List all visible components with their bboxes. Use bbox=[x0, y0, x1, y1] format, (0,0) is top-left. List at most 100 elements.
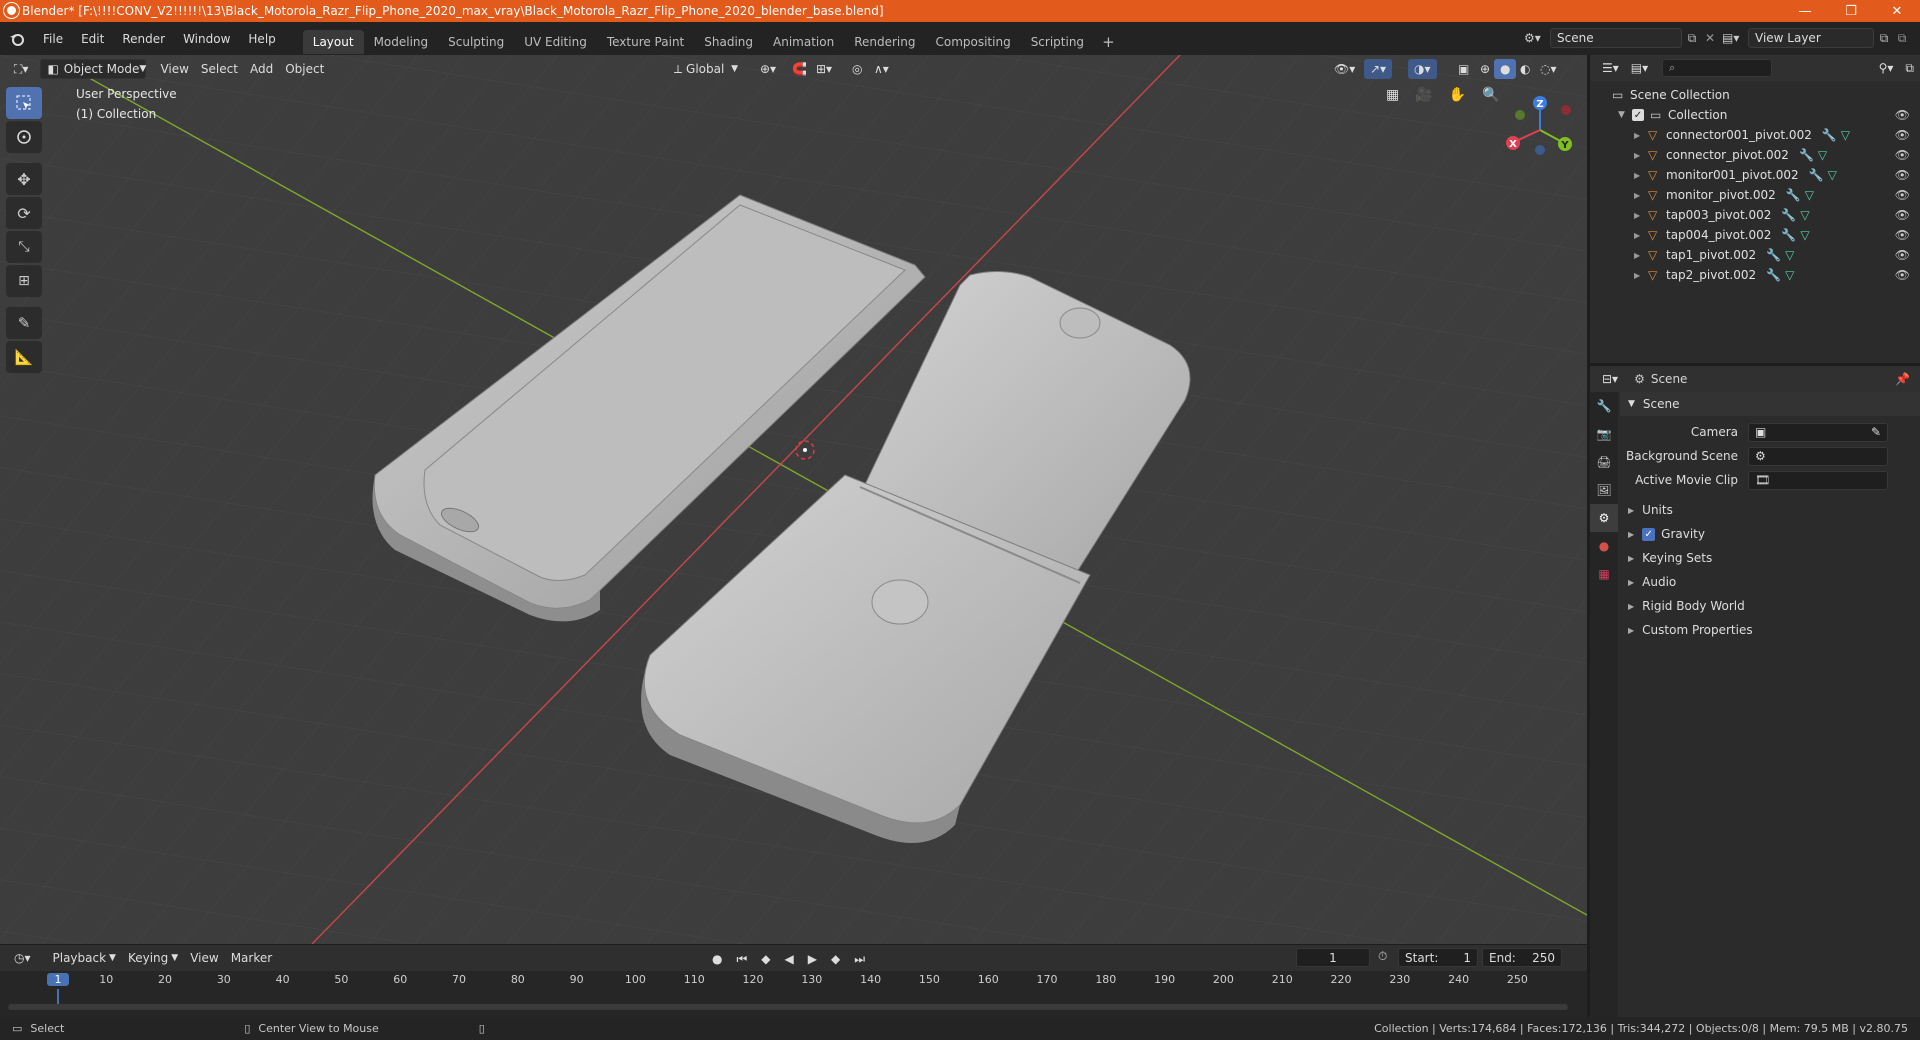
view-layer-field[interactable]: View Layer bbox=[1748, 28, 1874, 48]
overlays-toggle-icon[interactable]: ◑▾ bbox=[1408, 59, 1437, 79]
panel-header[interactable]: ▶ Rigid Body World bbox=[1620, 594, 1920, 618]
jump-start-icon[interactable]: ⏮ bbox=[730, 949, 753, 969]
mesh-data-icon[interactable]: ▽ bbox=[1785, 248, 1794, 262]
expand-arrow-icon[interactable]: ▶ bbox=[1634, 191, 1648, 200]
visibility-eye-icon[interactable]: 👁 bbox=[1895, 248, 1910, 262]
visibility-eye-icon[interactable]: 👁 bbox=[1895, 108, 1910, 122]
visibility-eye-icon[interactable]: 👁 bbox=[1895, 148, 1910, 162]
neg-x-handle[interactable] bbox=[1561, 105, 1571, 115]
outliner-object-row[interactable]: ▶ ▽ tap003_pivot.002 🔧 ▽ 👁 bbox=[1590, 205, 1920, 225]
timeline-scrollbar[interactable] bbox=[8, 1004, 1568, 1010]
delete-scene-icon[interactable]: ✕ bbox=[1702, 31, 1718, 45]
timeline-menu-keying[interactable]: Keying ▼ bbox=[122, 948, 184, 968]
background-scene-field[interactable]: ⚙ bbox=[1748, 446, 1888, 466]
tab-animation[interactable]: Animation bbox=[763, 30, 844, 54]
modifier-wrench-icon[interactable]: 🔧 bbox=[1766, 248, 1781, 262]
pivot-point-icon[interactable]: ⊕▾ bbox=[754, 59, 782, 79]
current-frame-field[interactable]: 1 bbox=[1296, 948, 1370, 967]
modifier-wrench-icon[interactable]: 🔧 bbox=[1781, 228, 1796, 242]
visibility-eye-icon[interactable]: 👁 bbox=[1895, 128, 1910, 142]
output-tab-icon[interactable]: 🖨 bbox=[1590, 448, 1618, 476]
visibility-eye-icon[interactable]: 👁 bbox=[1895, 208, 1910, 222]
outliner-editor-icon[interactable]: ☰▾ bbox=[1596, 58, 1625, 78]
transform-orientation[interactable]: ⟂ Global ▼ bbox=[668, 59, 744, 79]
mode-selector[interactable]: ◧ Object Mode ▼ bbox=[40, 59, 147, 79]
axis-gizmo[interactable]: Z Y X bbox=[1500, 90, 1580, 170]
transform-tool[interactable]: ⊞ bbox=[6, 265, 42, 297]
expand-arrow-icon[interactable]: ▶ bbox=[1634, 231, 1648, 240]
tab-texture-paint[interactable]: Texture Paint bbox=[597, 30, 694, 54]
expand-arrow-icon[interactable]: ▶ bbox=[1634, 271, 1648, 280]
select-box-tool[interactable] bbox=[6, 87, 42, 119]
start-frame-field[interactable]: Start: 1 bbox=[1398, 948, 1478, 967]
display-mode-icon[interactable]: ▤▾ bbox=[1625, 58, 1654, 78]
tab-uv-editing[interactable]: UV Editing bbox=[514, 30, 597, 54]
menu-window[interactable]: Window bbox=[174, 32, 239, 46]
expand-arrow-icon[interactable]: ▶ bbox=[1634, 251, 1648, 260]
scene-field[interactable]: Scene bbox=[1550, 28, 1682, 48]
scale-tool[interactable]: ⤡ bbox=[6, 231, 42, 263]
visibility-eye-icon[interactable]: 👁 bbox=[1895, 188, 1910, 202]
viewport-menu-view[interactable]: View bbox=[154, 59, 194, 79]
rendered-shading-icon[interactable]: ◌▾ bbox=[1534, 59, 1563, 79]
cursor-tool[interactable] bbox=[6, 121, 42, 153]
proportional-edit-icon[interactable]: ◎ bbox=[846, 59, 868, 79]
camera-field[interactable]: ▣ ✎ bbox=[1748, 422, 1888, 442]
jump-end-icon[interactable]: ⏭ bbox=[848, 949, 871, 969]
visibility-eye-icon[interactable]: 👁 bbox=[1895, 228, 1910, 242]
blender-menu-icon[interactable] bbox=[0, 31, 34, 47]
prev-keyframe-icon[interactable]: ◆ bbox=[755, 949, 776, 969]
modifier-wrench-icon[interactable]: 🔧 bbox=[1822, 128, 1837, 142]
tab-scripting[interactable]: Scripting bbox=[1021, 30, 1094, 54]
outliner-object-row[interactable]: ▶ ▽ monitor001_pivot.002 🔧 ▽ 👁 bbox=[1590, 165, 1920, 185]
expand-arrow-icon[interactable]: ▶ bbox=[1634, 151, 1648, 160]
scene-section-header[interactable]: ▼ Scene bbox=[1620, 392, 1920, 416]
outliner-object-row[interactable]: ▶ ▽ tap2_pivot.002 🔧 ▽ 👁 bbox=[1590, 265, 1920, 285]
move-tool[interactable]: ✥ bbox=[6, 163, 42, 195]
tab-compositing[interactable]: Compositing bbox=[925, 30, 1020, 54]
mesh-data-icon[interactable]: ▽ bbox=[1841, 128, 1850, 142]
tab-modeling[interactable]: Modeling bbox=[364, 30, 439, 54]
minimize-button[interactable]: — bbox=[1782, 0, 1828, 22]
modifier-wrench-icon[interactable]: 🔧 bbox=[1781, 208, 1796, 222]
tool-tab-icon[interactable]: 🔧 bbox=[1590, 392, 1618, 420]
render-tab-icon[interactable]: 📷 bbox=[1590, 420, 1618, 448]
eyedropper-icon[interactable]: ✎ bbox=[1871, 425, 1881, 439]
stopwatch-icon[interactable]: ⏱ bbox=[1378, 949, 1387, 964]
maximize-button[interactable]: ❐ bbox=[1828, 0, 1874, 22]
visibility-eye-icon[interactable]: 👁 bbox=[1895, 268, 1910, 282]
viewport-menu-add[interactable]: Add bbox=[244, 59, 279, 79]
mesh-data-icon[interactable]: ▽ bbox=[1785, 268, 1794, 282]
3d-viewport[interactable]: ⛶▾ ◧ Object Mode ▼ View Select Add Objec… bbox=[0, 55, 1587, 944]
tab-sculpting[interactable]: Sculpting bbox=[438, 30, 514, 54]
tab-rendering[interactable]: Rendering bbox=[844, 30, 925, 54]
timeline-menu-playback[interactable]: Playback ▼ bbox=[47, 948, 122, 968]
world-tab-icon[interactable]: ● bbox=[1590, 532, 1618, 560]
neg-y-handle[interactable] bbox=[1515, 110, 1525, 120]
scene-icon[interactable]: ⚙▾ bbox=[1524, 31, 1550, 45]
mesh-data-icon[interactable]: ▽ bbox=[1818, 148, 1827, 162]
close-button[interactable]: ✕ bbox=[1874, 0, 1920, 22]
timeline-menu-view[interactable]: View bbox=[184, 948, 224, 968]
wireframe-shading-icon[interactable]: ⊕ bbox=[1474, 59, 1496, 79]
panel-header[interactable]: ▶ Units bbox=[1620, 498, 1920, 522]
pan-view-icon[interactable]: ✋ bbox=[1443, 85, 1472, 105]
mesh-data-icon[interactable]: ▽ bbox=[1800, 228, 1809, 242]
expand-arrow-icon[interactable]: ▶ bbox=[1634, 131, 1648, 140]
pin-icon[interactable]: 📌 bbox=[1895, 372, 1910, 386]
mesh-data-icon[interactable]: ▽ bbox=[1800, 208, 1809, 222]
falloff-icon[interactable]: ∧▾ bbox=[868, 59, 895, 79]
measure-tool[interactable]: 📐 bbox=[6, 341, 42, 373]
gizmo-toggle-icon[interactable]: ↗▾ bbox=[1364, 59, 1393, 79]
modifier-wrench-icon[interactable]: 🔧 bbox=[1799, 148, 1814, 162]
menu-edit[interactable]: Edit bbox=[72, 32, 113, 46]
mesh-data-icon[interactable]: ▽ bbox=[1805, 188, 1814, 202]
expand-arrow-icon[interactable]: ▶ bbox=[1634, 171, 1648, 180]
playhead-line[interactable] bbox=[57, 989, 59, 1005]
panel-header[interactable]: ▶ Custom Properties bbox=[1620, 618, 1920, 642]
next-keyframe-icon[interactable]: ◆ bbox=[825, 949, 846, 969]
play-icon[interactable]: ▶ bbox=[802, 949, 823, 969]
annotate-tool[interactable]: ✎ bbox=[6, 307, 42, 339]
modifier-wrench-icon[interactable]: 🔧 bbox=[1809, 168, 1824, 182]
expand-arrow-icon[interactable]: ▶ bbox=[1634, 211, 1648, 220]
